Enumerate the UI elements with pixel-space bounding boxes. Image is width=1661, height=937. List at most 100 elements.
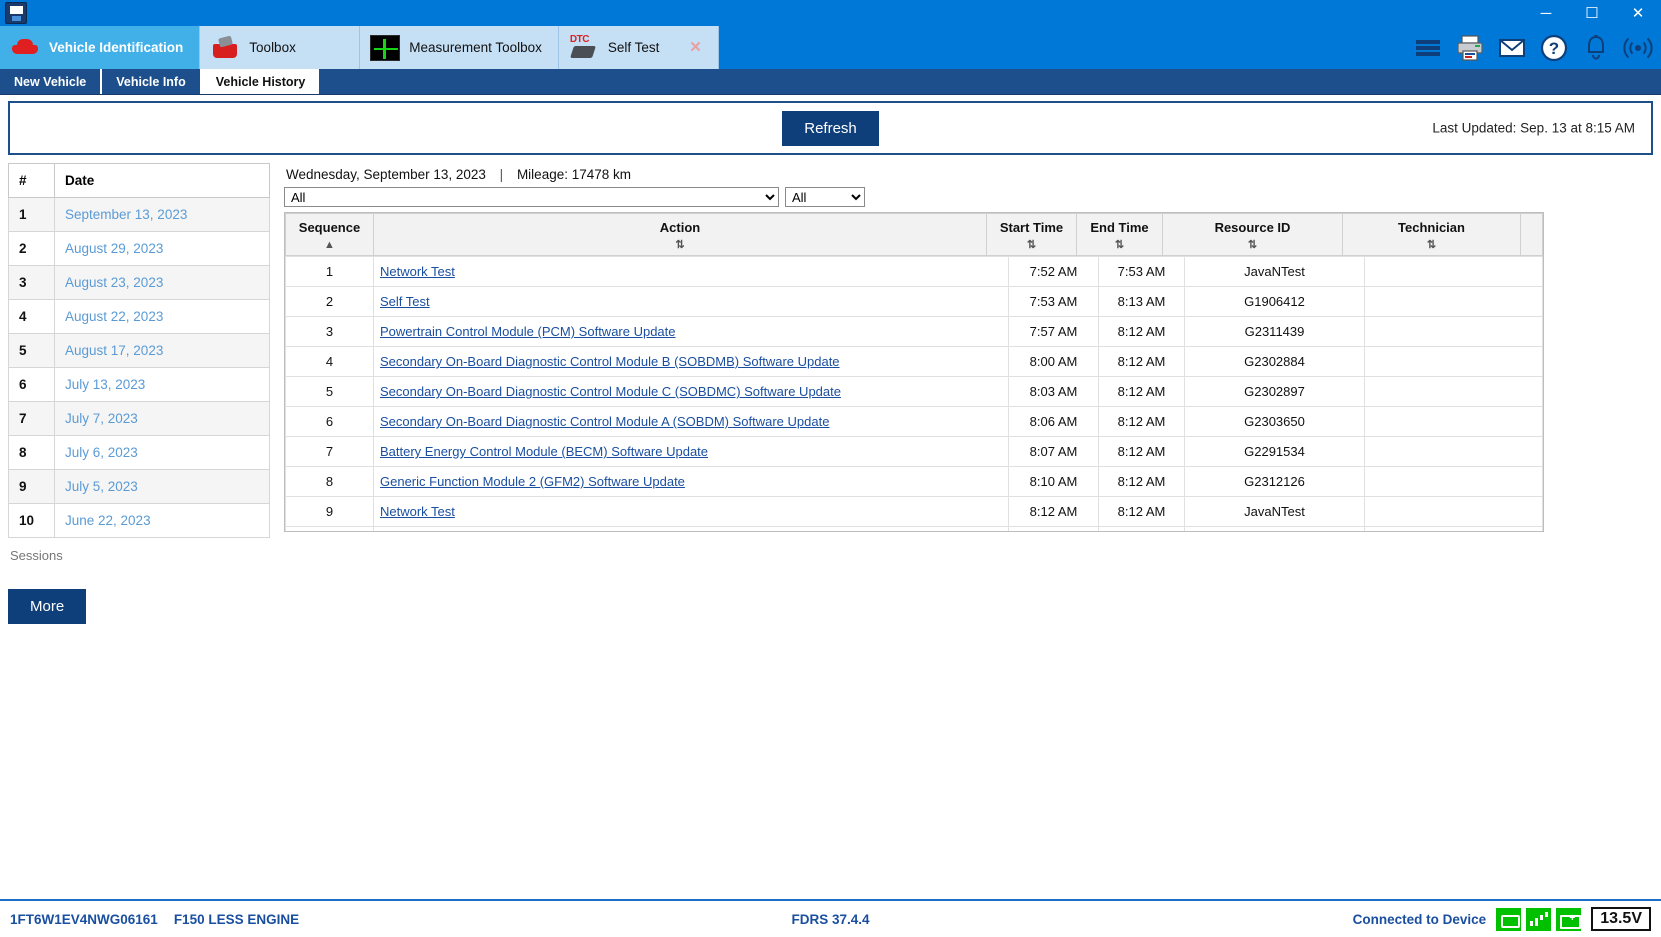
session-row[interactable]: 2August 29, 2023 [9,232,270,266]
session-row[interactable]: 5August 17, 2023 [9,334,270,368]
session-row[interactable]: 1September 13, 2023 [9,198,270,232]
activity-action-link[interactable]: Network Test [380,264,455,279]
activity-row[interactable]: 6Secondary On-Board Diagnostic Control M… [286,407,1543,437]
activity-technician-cell [1365,347,1543,377]
activity-row[interactable]: 1Network Test7:52 AM7:53 AMJavaNTest [286,257,1543,287]
sort-indicator-action[interactable]: ⇅ [378,239,982,251]
activity-technician-cell [1365,527,1543,532]
activity-row[interactable]: 4Secondary On-Board Diagnostic Control M… [286,347,1543,377]
activity-end-time-cell: 8:12 AM [1099,497,1185,527]
column-header-sequence[interactable]: Sequence ▲ [286,214,374,256]
session-row-number: 7 [9,402,55,436]
activity-end-time-cell: 8:12 AM [1099,377,1185,407]
activity-sequence-cell: 2 [286,287,374,317]
activity-start-time-cell: 8:10 AM [1009,467,1099,497]
column-header-technician[interactable]: Technician ⇅ [1343,214,1521,256]
session-date-link[interactable]: July 5, 2023 [65,479,138,494]
refresh-button[interactable]: Refresh [782,111,879,146]
activity-row[interactable]: 10Self Test8:13 AM8:13 AMG1906412 [286,527,1543,532]
sub-tab-new-vehicle[interactable]: New Vehicle [0,69,102,94]
activity-sequence-cell: 1 [286,257,374,287]
tab-toolbox[interactable]: Toolbox [200,26,360,69]
column-header-resource-id[interactable]: Resource ID ⇅ [1163,214,1343,256]
session-date-link[interactable]: June 22, 2023 [65,513,151,528]
filter-row: All All [284,187,1653,207]
column-label: End Time [1090,220,1148,235]
activity-action-link[interactable]: Secondary On-Board Diagnostic Control Mo… [380,414,829,429]
more-button[interactable]: More [8,589,86,624]
session-date-link[interactable]: July 6, 2023 [65,445,138,460]
session-date-link[interactable]: August 23, 2023 [65,275,163,290]
session-row[interactable]: 4August 22, 2023 [9,300,270,334]
activity-row[interactable]: 7Battery Energy Control Module (BECM) So… [286,437,1543,467]
sort-indicator-sequence[interactable]: ▲ [290,239,369,251]
session-row[interactable]: 9July 5, 2023 [9,470,270,504]
session-date-link[interactable]: August 22, 2023 [65,309,163,324]
session-row[interactable]: 10June 22, 2023 [9,504,270,538]
session-date-link[interactable]: August 29, 2023 [65,241,163,256]
column-header-start-time[interactable]: Start Time ⇅ [987,214,1077,256]
activity-action-link[interactable]: Self Test [380,294,430,309]
activity-row[interactable]: 8Generic Function Module 2 (GFM2) Softwa… [286,467,1543,497]
session-row[interactable]: 8July 6, 2023 [9,436,270,470]
tab-label: Measurement Toolbox [409,40,542,55]
activity-end-time-cell: 8:12 AM [1099,317,1185,347]
vcm-status-icon [1496,908,1521,931]
session-date-link[interactable]: July 7, 2023 [65,411,138,426]
minimize-button[interactable]: ─ [1523,0,1569,26]
session-date-link[interactable]: September 13, 2023 [65,207,187,222]
wireless-signal-icon[interactable] [1623,33,1653,63]
activity-row[interactable]: 3Powertrain Control Module (PCM) Softwar… [286,317,1543,347]
column-header-end-time[interactable]: End Time ⇅ [1077,214,1163,256]
column-header-action[interactable]: Action ⇅ [374,214,987,256]
activity-action-link[interactable]: Network Test [380,504,455,519]
hamburger-menu-icon[interactable] [1413,33,1443,63]
tab-self-test[interactable]: Self Test ✕ [559,26,719,69]
activity-action-link[interactable]: Secondary On-Board Diagnostic Control Mo… [380,354,840,369]
session-row[interactable]: 7 July 7, 2023 [9,402,270,436]
type-filter-select[interactable]: All [785,187,865,207]
sort-indicator-resource-id[interactable]: ⇅ [1167,239,1338,251]
status-bar: 1FT6W1EV4NWG06161 F150 LESS ENGINE FDRS … [0,899,1661,937]
notification-bell-icon[interactable] [1581,33,1611,63]
sort-indicator-end-time[interactable]: ⇅ [1081,239,1158,251]
mail-icon[interactable] [1497,33,1527,63]
refresh-banner: Refresh Last Updated: Sep. 13 at 8:15 AM [8,101,1653,155]
session-date-link[interactable]: August 17, 2023 [65,343,163,358]
session-row-date-cell: August 29, 2023 [55,232,270,266]
action-filter-select[interactable]: All [284,187,779,207]
sort-indicator-technician[interactable]: ⇅ [1347,239,1516,251]
close-window-button[interactable]: ✕ [1615,0,1661,26]
sub-tab-vehicle-history[interactable]: Vehicle History [202,69,321,94]
activity-sequence-cell: 9 [286,497,374,527]
session-row[interactable]: 3August 23, 2023 [9,266,270,300]
activity-body-table: 1Network Test7:52 AM7:53 AMJavaNTest2Sel… [285,256,1543,531]
help-icon[interactable]: ? [1539,33,1569,63]
close-tab-icon[interactable]: ✕ [675,40,702,55]
column-label: Sequence [299,220,360,235]
sub-tab-vehicle-info[interactable]: Vehicle Info [102,69,201,94]
tab-vehicle-identification[interactable]: Vehicle Identification [0,26,200,69]
printer-icon[interactable] [1455,33,1485,63]
activity-technician-cell [1365,287,1543,317]
activity-action-link[interactable]: Secondary On-Board Diagnostic Control Mo… [380,384,841,399]
activity-row[interactable]: 2Self Test7:53 AM8:13 AMG1906412 [286,287,1543,317]
software-version-text: FDRS 37.4.4 [791,912,869,927]
sort-indicator-start-time[interactable]: ⇅ [991,239,1072,251]
activity-action-link[interactable]: Powertrain Control Module (PCM) Software… [380,324,676,339]
activity-row[interactable]: 5Secondary On-Board Diagnostic Control M… [286,377,1543,407]
maximize-button[interactable]: ☐ [1569,0,1615,26]
activity-scroll-region[interactable]: 1Network Test7:52 AM7:53 AMJavaNTest2Sel… [285,256,1543,531]
activity-action-link[interactable]: Generic Function Module 2 (GFM2) Softwar… [380,474,685,489]
activity-header-table: Sequence ▲ Action ⇅ Start Time ⇅ End T [285,213,1543,256]
activity-row[interactable]: 9Network Test8:12 AM8:12 AMJavaNTest [286,497,1543,527]
activity-start-time-cell: 8:06 AM [1009,407,1099,437]
column-label: Start Time [1000,220,1063,235]
sessions-footer-label: Sessions [8,548,270,563]
session-row[interactable]: 6July 13, 2023 [9,368,270,402]
main-tab-strip: Vehicle Identification Toolbox Measureme… [0,26,1661,69]
session-date-link[interactable]: July 13, 2023 [65,377,145,392]
signal-status-icon [1526,908,1551,931]
activity-action-link[interactable]: Battery Energy Control Module (BECM) Sof… [380,444,708,459]
tab-measurement-toolbox[interactable]: Measurement Toolbox [360,26,559,69]
